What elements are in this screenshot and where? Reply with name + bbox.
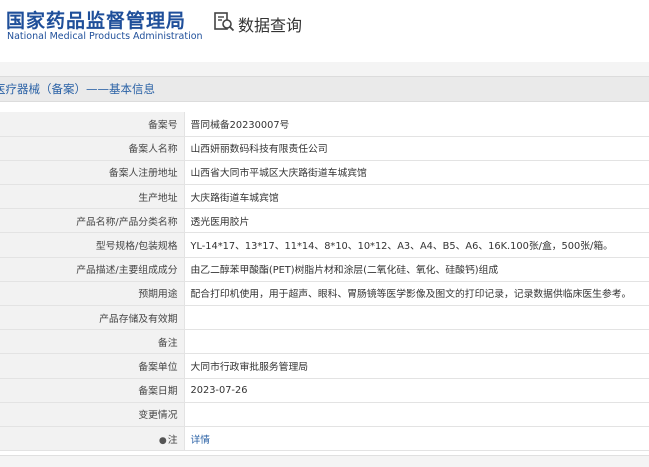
row-value: 透光医用胶片 <box>184 208 649 234</box>
site-logo-cn: 国家药品监督管理局 <box>6 10 187 32</box>
row-value: YL-14*17、13*17、11*14、8*10、10*12、A3、A4、B5… <box>184 232 649 258</box>
row-label: 备案人注册地址 <box>0 160 185 186</box>
row-value <box>184 329 649 355</box>
details-link[interactable]: 详情 <box>191 435 211 446</box>
row-label-note: ●注 <box>0 426 185 452</box>
row-value: 大同市行政审批服务管理局 <box>184 353 649 379</box>
table-row: 备案人名称 山西妍丽数码科技有限责任公司 <box>0 136 649 161</box>
row-value <box>184 305 649 331</box>
search-document-icon <box>214 12 235 32</box>
site-header: 国家药品监督管理局 National Medical Products Admi… <box>0 0 649 62</box>
row-label: 备注 <box>0 329 185 355</box>
row-label: 备案日期 <box>0 378 185 403</box>
info-table: 备案号 晋同械备20230007号 备案人名称 山西妍丽数码科技有限责任公司 备案人… <box>0 112 649 452</box>
row-label: 预期用途 <box>0 281 185 307</box>
row-value: 大庆路街道车城宾馆 <box>184 184 649 210</box>
table-row: 备案号 晋同械备20230007号 <box>0 112 649 137</box>
table-row: 备注 <box>0 329 649 355</box>
row-value <box>184 402 649 427</box>
row-label: 型号规格/包装规格 <box>0 232 185 258</box>
footer-divider <box>0 455 649 467</box>
section-title-text: 医疗器械（备案）——基本信息 <box>0 82 155 96</box>
pin-icon: ● <box>158 435 167 446</box>
row-label: 产品名称/产品分类名称 <box>0 208 185 234</box>
row-label: 产品描述/主要组成成分 <box>0 257 185 282</box>
row-value: 山西省大同市平城区大庆路街道车城宾馆 <box>184 160 649 186</box>
table-row: 备案人注册地址 山西省大同市平城区大庆路街道车城宾馆 <box>0 160 649 186</box>
row-label: 备案单位 <box>0 353 185 379</box>
row-value: 配合打印机使用，用于超声、眼科、胃肠镜等医学影像及图文的打印记录，记录数据供临床… <box>184 281 649 307</box>
row-value: 晋同械备20230007号 <box>184 112 649 137</box>
table-row: 备案日期 2023-07-26 <box>0 378 649 403</box>
table-row: 产品名称/产品分类名称 透光医用胶片 <box>0 208 649 234</box>
row-label: 备案号 <box>0 112 185 137</box>
row-value: 由乙二醇苯甲酸酯(PET)树脂片材和涂层(二氧化硅、氧化、硅酸钙)组成 <box>184 257 649 282</box>
table-row: 预期用途 配合打印机使用，用于超声、眼科、胃肠镜等医学影像及图文的打印记录，记录数… <box>0 281 649 307</box>
row-label: 备案人名称 <box>0 136 185 161</box>
row-value: 山西妍丽数码科技有限责任公司 <box>184 136 649 161</box>
table-row: 型号规格/包装规格 YL-14*17、13*17、11*14、8*10、10*12… <box>0 232 649 258</box>
row-value: 详情 <box>184 426 649 452</box>
table-row: 产品描述/主要组成成分 由乙二醇苯甲酸酯(PET)树脂片材和涂层(二氧化硅、氧化、… <box>0 257 649 282</box>
row-label-text: 注 <box>167 434 178 446</box>
section-title: 医疗器械（备案）——基本信息 <box>0 76 649 102</box>
header-divider <box>0 62 649 76</box>
row-value: 2023-07-26 <box>184 378 649 403</box>
site-logo-en: National Medical Products Administration <box>7 31 203 42</box>
table-row: 产品存储及有效期 <box>0 305 649 331</box>
table-row: 生产地址 大庆路街道车城宾馆 <box>0 184 649 210</box>
table-row: 变更情况 <box>0 402 649 427</box>
query-title: 数据查询 <box>238 16 303 35</box>
row-label: 变更情况 <box>0 402 185 427</box>
row-label: 产品存储及有效期 <box>0 305 185 331</box>
row-label: 生产地址 <box>0 184 185 210</box>
table-row: 备案单位 大同市行政审批服务管理局 <box>0 353 649 379</box>
table-row: ●注 详情 <box>0 426 649 452</box>
